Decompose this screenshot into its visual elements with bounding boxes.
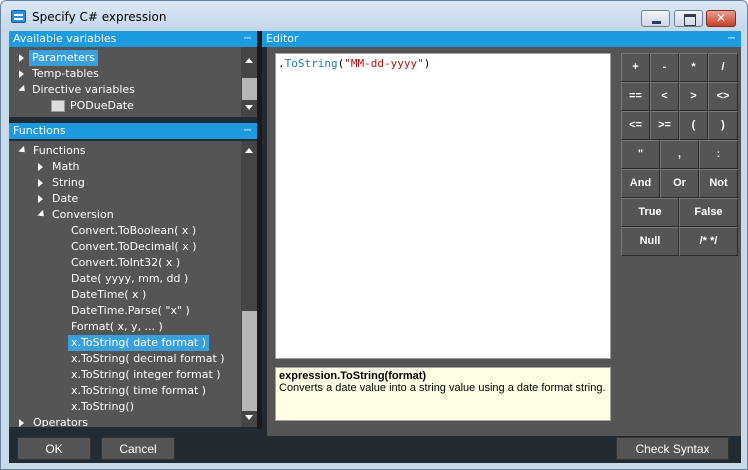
comma-button[interactable]: , — [660, 140, 699, 169]
true-button[interactable]: True — [621, 198, 679, 227]
pin-icon[interactable]: ⎓ — [244, 123, 251, 139]
tree-item-label: Functions — [33, 144, 86, 157]
expression-editor[interactable]: .ToString("MM-dd-yyyy") — [275, 53, 611, 359]
function-item[interactable]: Convert.ToInt32( x ) — [71, 255, 180, 271]
not-button[interactable]: Not — [699, 169, 738, 198]
collapse-arrow-icon[interactable] — [18, 84, 28, 95]
greater-equal-button[interactable]: >= — [650, 111, 679, 140]
editor-panel-header: Editor ⎓ — [262, 31, 741, 47]
table-variable-icon — [51, 100, 65, 112]
null-button[interactable]: Null — [621, 227, 679, 256]
scroll-down-icon[interactable] — [245, 415, 253, 420]
function-item[interactable]: DateTime.Parse( "x" ) — [71, 303, 190, 319]
function-item[interactable]: Date( yyyy, mm, dd ) — [71, 271, 188, 287]
function-item-selected[interactable]: x.ToString( date format ) — [68, 335, 209, 351]
variables-scrollbar[interactable] — [241, 47, 257, 117]
functions-panel-header: Functions ⎓ — [9, 123, 257, 139]
scroll-up-icon[interactable] — [245, 148, 253, 153]
less-than-button[interactable]: < — [650, 82, 679, 111]
panel-splitter[interactable] — [257, 31, 262, 429]
maximize-icon — [675, 11, 702, 26]
code-paren-close: ) — [423, 57, 431, 70]
greater-than-button[interactable]: > — [679, 82, 708, 111]
tree-item-label: String — [52, 176, 85, 189]
variables-panel-title: Available variables — [13, 32, 117, 45]
code-method: ToString — [284, 57, 338, 70]
close-button[interactable]: ✕ — [706, 10, 736, 27]
false-button[interactable]: False — [679, 198, 738, 227]
collapse-arrow-icon[interactable] — [18, 145, 28, 156]
divide-button[interactable]: / — [708, 53, 738, 82]
expand-arrow-icon[interactable] — [38, 195, 43, 203]
window-title: Specify C# expression — [32, 10, 167, 24]
tree-item-label: Conversion — [52, 208, 114, 221]
comment-button[interactable]: /* */ — [679, 227, 738, 256]
function-item[interactable]: Convert.ToDecimal( x ) — [71, 239, 197, 255]
multiply-button[interactable]: * — [679, 53, 708, 82]
expression-dialog: Specify C# expression ✕ Available variab… — [0, 0, 748, 470]
tree-item-label: Directive variables — [32, 83, 135, 96]
functions-tree: Functions Math String Date Conversion Co… — [9, 141, 257, 427]
scrollbar-thumb[interactable] — [242, 78, 257, 100]
cancel-button[interactable]: Cancel — [101, 437, 175, 460]
function-item[interactable]: Convert.ToBoolean( x ) — [71, 223, 196, 239]
colon-button[interactable]: : — [699, 140, 738, 169]
pin-icon[interactable]: ⎓ — [244, 31, 251, 47]
function-item[interactable]: x.ToString() — [71, 399, 134, 415]
help-text: Converts a date value into a string valu… — [279, 382, 606, 394]
minimize-icon — [642, 11, 669, 26]
collapse-arrow-icon[interactable] — [37, 209, 47, 220]
open-paren-button[interactable]: ( — [679, 111, 708, 140]
equals-button[interactable]: == — [621, 82, 650, 111]
function-item[interactable]: x.ToString( decimal format ) — [71, 351, 225, 367]
minimize-button[interactable] — [641, 10, 670, 27]
tree-item-label: PODueDate — [70, 99, 134, 112]
check-syntax-button[interactable]: Check Syntax — [616, 437, 729, 460]
tree-item-label: Temp-tables — [32, 67, 99, 80]
quote-button[interactable]: " — [621, 140, 660, 169]
plus-button[interactable]: + — [621, 53, 650, 82]
expand-arrow-icon[interactable] — [19, 419, 24, 427]
code-string: "MM-dd-yyyy" — [344, 57, 424, 70]
functions-panel-title: Functions — [13, 124, 66, 137]
or-button[interactable]: Or — [660, 169, 699, 198]
editor-area: .ToString("MM-dd-yyyy") expression.ToStr… — [267, 47, 741, 436]
less-equal-button[interactable]: <= — [621, 111, 650, 140]
dialog-body: Available variables ⎓ Parameters Temp-ta… — [9, 31, 741, 463]
scroll-down-icon[interactable] — [245, 105, 253, 110]
expand-arrow-icon[interactable] — [38, 179, 43, 187]
and-button[interactable]: And — [621, 169, 660, 198]
scroll-up-icon[interactable] — [245, 58, 253, 63]
function-item[interactable]: Format( x, y, ... ) — [71, 319, 163, 335]
close-icon: ✕ — [715, 11, 727, 25]
minus-button[interactable]: - — [650, 53, 679, 82]
function-item[interactable]: x.ToString( integer format ) — [71, 367, 221, 383]
title-bar: Specify C# expression ✕ — [1, 1, 747, 31]
function-item[interactable]: DateTime( x ) — [71, 287, 146, 303]
help-title: expression.ToString(format) — [279, 370, 427, 382]
ok-button[interactable]: OK — [17, 437, 91, 460]
function-item[interactable]: x.ToString( time format ) — [71, 383, 206, 399]
maximize-button[interactable] — [674, 10, 703, 27]
tree-item-label: Math — [52, 160, 80, 173]
editor-panel-title: Editor — [266, 32, 299, 45]
functions-scrollbar[interactable] — [241, 141, 257, 427]
expand-arrow-icon[interactable] — [19, 70, 24, 78]
tree-item-label: Parameters — [29, 50, 98, 66]
function-help: expression.ToString(format) Converts a d… — [275, 367, 611, 421]
close-paren-button[interactable]: ) — [708, 111, 738, 140]
tree-item-label: Operators — [33, 416, 88, 427]
pin-icon[interactable]: ⎓ — [728, 31, 735, 47]
scrollbar-thumb[interactable] — [242, 311, 257, 411]
tree-item-label: Date — [52, 192, 79, 205]
app-icon — [11, 10, 26, 23]
code-dot: . — [278, 57, 285, 70]
expand-arrow-icon[interactable] — [38, 163, 43, 171]
not-equal-button[interactable]: <> — [708, 82, 738, 111]
expand-arrow-icon[interactable] — [19, 54, 24, 62]
variables-tree: Parameters Temp-tables Directive variabl… — [9, 47, 257, 117]
variables-panel-header: Available variables ⎓ — [9, 31, 257, 47]
